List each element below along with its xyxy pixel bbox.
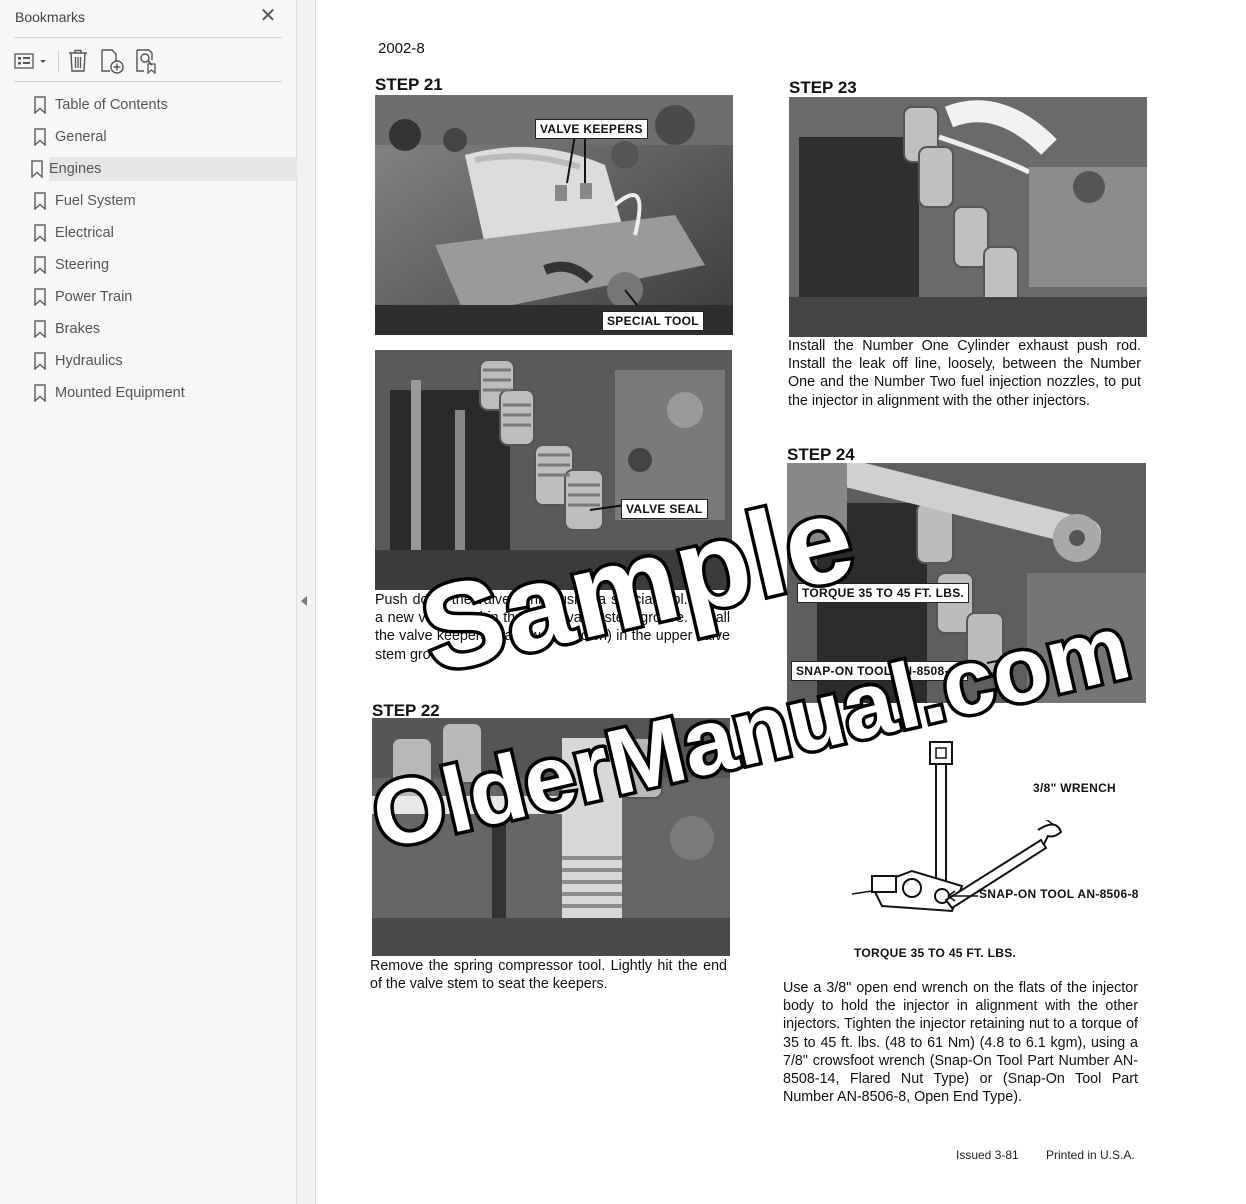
bookmark-label: Brakes <box>55 321 101 337</box>
bookmark-table-of-contents[interactable]: Table of Contents <box>28 91 290 119</box>
callout-torque: TORQUE 35 TO 45 FT. LBS. <box>797 583 970 603</box>
bookmark-electrical[interactable]: Electrical <box>28 219 290 247</box>
bookmark-label: Hydraulics <box>55 353 123 369</box>
callout-valve-keepers: VALVE KEEPERS <box>535 119 648 139</box>
callout-valve-seal: VALVE SEAL <box>621 499 708 519</box>
step-21-title: STEP 21 <box>375 75 443 94</box>
divider <box>14 81 282 82</box>
step-24-text: Use a 3/8" open end wrench on the flats … <box>783 980 1138 1106</box>
document-page: 2002-8 STEP 21 VALVE KEEPERS SPECIAL TOO… <box>316 0 1246 1204</box>
bookmark-steering[interactable]: Steering <box>28 251 290 279</box>
bookmark-icon <box>30 191 50 211</box>
tool-arrow-diagram <box>940 888 980 904</box>
divider <box>14 37 282 38</box>
bookmark-hydraulics[interactable]: Hydraulics <box>28 347 290 375</box>
bookmark-icon <box>30 319 50 339</box>
diagram-label-snap-on-tool: SNAP-ON TOOL AN-8506-8 <box>979 887 1139 901</box>
options-menu-button[interactable] <box>14 47 50 75</box>
bookmark-label: Engines <box>49 157 312 181</box>
diagram-label-wrench: 3/8" WRENCH <box>1033 781 1116 795</box>
bookmarks-title: Bookmarks <box>15 9 86 25</box>
bookmark-label: Mounted Equipment <box>55 385 185 401</box>
bookmark-icon <box>30 95 50 115</box>
bookmark-icon <box>30 255 50 275</box>
trash-icon <box>69 49 87 72</box>
callout-snap-on-tool: SNAP-ON TOOL AN-8508-14 <box>791 661 968 681</box>
bookmark-icon <box>30 287 50 307</box>
bookmark-label: Power Train <box>55 289 133 305</box>
bookmark-label: Electrical <box>55 225 114 241</box>
bookmark-icon <box>30 351 50 371</box>
bookmark-icon <box>30 127 50 147</box>
bookmark-engines[interactable]: Engines <box>28 155 312 183</box>
add-bookmark-icon <box>101 49 124 74</box>
step-23-text: Install the Number One Cylinder exhaust … <box>788 338 1141 409</box>
panel-splitter[interactable] <box>297 0 316 1204</box>
bookmark-power-train[interactable]: Power Train <box>28 283 290 311</box>
bookmark-label: Fuel System <box>55 193 136 209</box>
bookmark-mounted-equipment[interactable]: Mounted Equipment <box>28 379 290 407</box>
bookmark-brakes[interactable]: Brakes <box>28 315 290 343</box>
step-21-text: Push down the valve spring using a speci… <box>375 592 730 663</box>
delete-bookmark-button[interactable] <box>66 47 90 75</box>
bookmark-icon <box>30 159 44 179</box>
collapse-panel-icon[interactable] <box>301 596 307 606</box>
bookmark-fuel-system[interactable]: Fuel System <box>28 187 290 215</box>
bookmark-label: General <box>55 129 107 145</box>
step-22-photo <box>372 718 730 956</box>
page-number: 2002-8 <box>378 40 425 57</box>
bookmark-label: Steering <box>55 257 110 273</box>
step-21-photo-seal <box>375 350 732 590</box>
bookmarks-panel: Bookmarks ✕ Table of Contents General En… <box>0 0 312 1204</box>
step-24-title: STEP 24 <box>787 445 855 464</box>
add-bookmark-button[interactable] <box>98 47 126 75</box>
bookmark-icon <box>30 383 50 403</box>
footer-printed: Printed in U.S.A. <box>1046 1148 1135 1162</box>
bookmark-label: Table of Contents <box>55 97 168 113</box>
list-options-icon <box>14 53 46 69</box>
footer-issued: Issued 3-81 <box>956 1148 1019 1162</box>
close-icon[interactable]: ✕ <box>258 6 278 26</box>
bookmark-icon <box>30 223 50 243</box>
find-bookmark-button[interactable] <box>134 47 160 75</box>
bookmark-general[interactable]: General <box>28 123 290 151</box>
callout-special-tool: SPECIAL TOOL <box>602 311 704 331</box>
step-23-title: STEP 23 <box>789 78 857 97</box>
diagram-label-torque: TORQUE 35 TO 45 FT. LBS. <box>854 946 1017 960</box>
toolbar-separator <box>58 50 59 72</box>
step-23-photo <box>789 97 1147 337</box>
wrench-handle-diagram <box>936 814 1066 920</box>
step-22-text: Remove the spring compressor tool. Light… <box>370 958 727 993</box>
find-bookmark-icon <box>136 49 156 74</box>
